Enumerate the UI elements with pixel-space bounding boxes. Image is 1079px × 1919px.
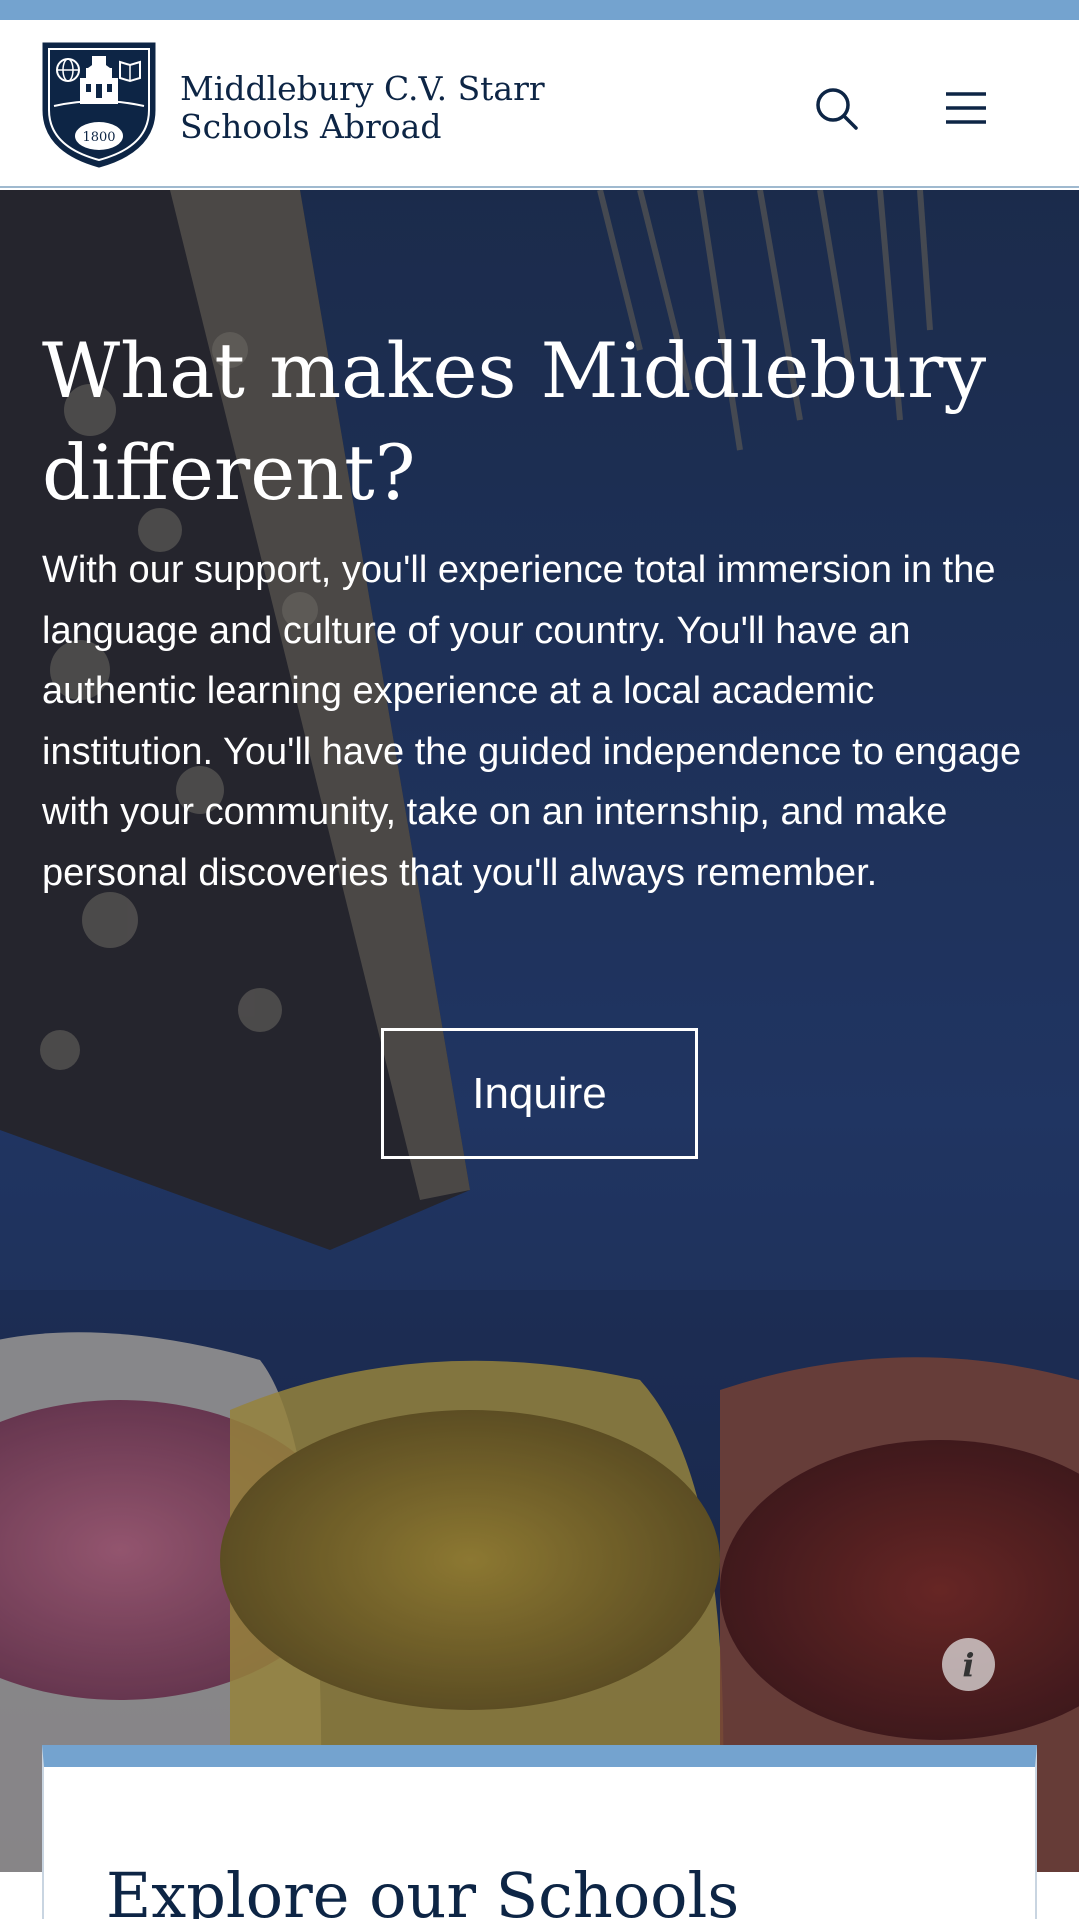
crest-year: 1800	[82, 130, 115, 145]
brand-line-2: Schools Abroad	[180, 107, 442, 146]
info-icon[interactable]: i	[942, 1638, 995, 1691]
brand-name: Middlebury C.V. Starr Schools Abroad	[180, 70, 545, 146]
info-glyph: i	[962, 1645, 975, 1684]
middlebury-crest-logo: 1800	[42, 42, 156, 168]
hamburger-menu-icon	[946, 92, 986, 124]
search-button[interactable]	[808, 80, 864, 136]
brand-line-1: Middlebury C.V. Starr	[180, 69, 545, 108]
menu-button[interactable]	[940, 82, 992, 134]
hero-description: With our support, you'll experience tota…	[42, 549, 1022, 894]
inquire-button[interactable]: Inquire	[381, 1028, 698, 1159]
hero-section: What makes Middlebury different? With ou…	[0, 190, 1079, 1872]
site-header: 1800 Middlebury C.V. Starr Schools Abroa…	[0, 20, 1079, 188]
explore-schools-card: Explore our Schools	[42, 1745, 1037, 1919]
home-logo-link[interactable]: 1800 Middlebury C.V. Starr Schools Abroa…	[40, 40, 545, 168]
top-accent-bar	[0, 0, 1079, 20]
explore-schools-heading: Explore our Schools	[106, 1859, 740, 1919]
search-icon	[816, 88, 858, 130]
hero-title: What makes Middlebury different?	[42, 326, 987, 517]
